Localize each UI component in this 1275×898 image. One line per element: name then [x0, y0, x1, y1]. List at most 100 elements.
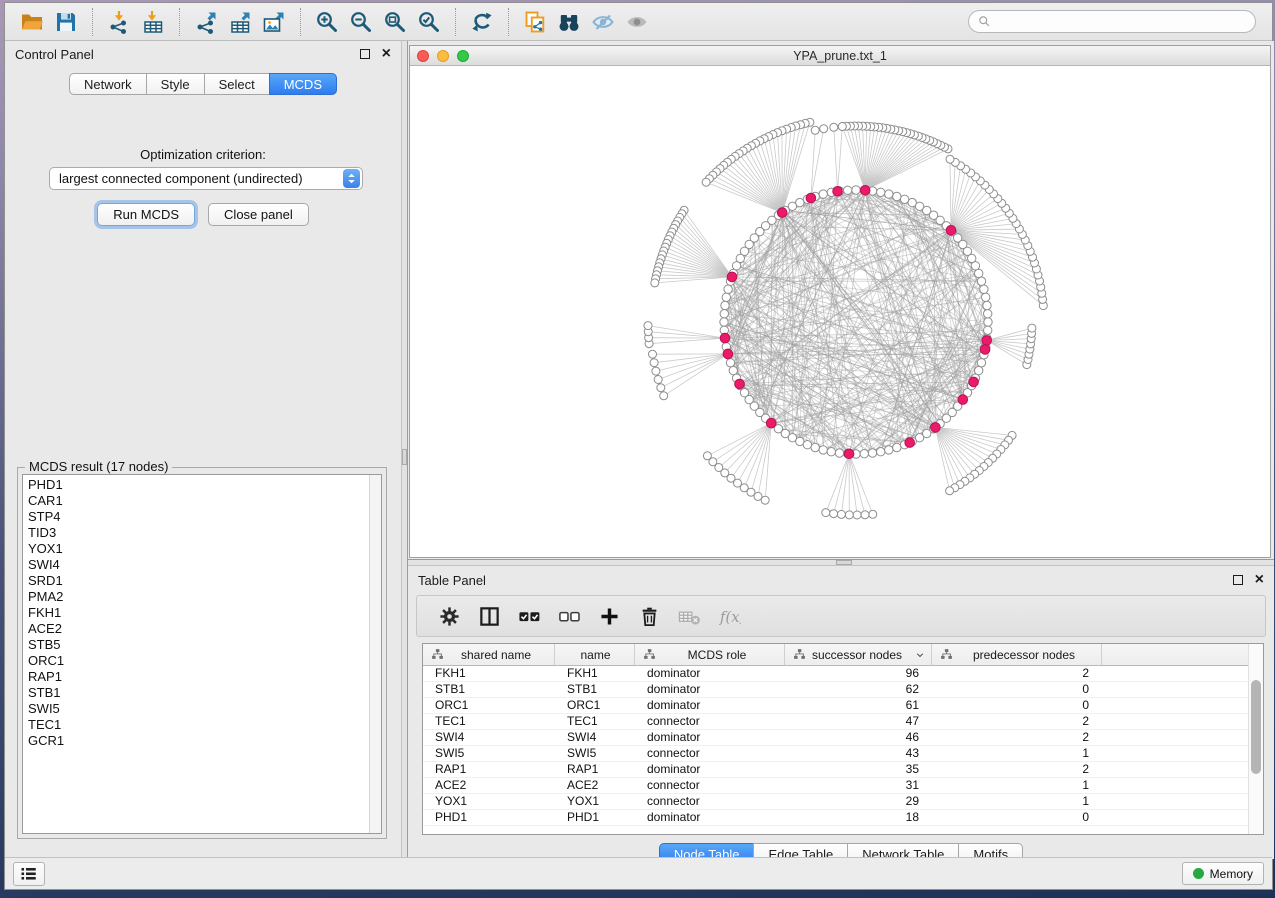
dominator-node[interactable] — [905, 438, 915, 448]
mcds-node-item[interactable]: STB1 — [23, 685, 368, 701]
table-row[interactable]: ACE2ACE2connector311 — [423, 778, 1263, 794]
table-row[interactable]: YOX1YOX1connector291 — [423, 794, 1263, 810]
mcds-node-item[interactable]: TEC1 — [23, 717, 368, 733]
graph-node[interactable] — [720, 318, 728, 326]
graph-node[interactable] — [977, 359, 985, 367]
duplicate-network-button[interactable] — [518, 7, 552, 37]
float-panel-icon[interactable] — [360, 49, 370, 59]
graph-satellite-node[interactable] — [845, 511, 853, 519]
graph-satellite-node[interactable] — [837, 510, 845, 518]
dominator-node[interactable] — [720, 333, 730, 343]
graph-node[interactable] — [885, 190, 893, 198]
dominator-node[interactable] — [931, 423, 941, 433]
dominator-node[interactable] — [766, 418, 776, 428]
criterion-select[interactable]: largest connected component (undirected) — [49, 167, 363, 190]
save-session-button[interactable] — [49, 7, 83, 37]
dominator-node[interactable] — [723, 349, 733, 359]
table-row[interactable]: FKH1FKH1dominator962 — [423, 666, 1263, 682]
mcds-node-item[interactable]: YOX1 — [23, 541, 368, 557]
graph-node[interactable] — [893, 192, 901, 200]
dominator-node[interactable] — [958, 395, 968, 405]
mcds-node-item[interactable]: SRD1 — [23, 573, 368, 589]
graph-node[interactable] — [982, 293, 990, 301]
delete-column-button[interactable] — [631, 599, 667, 633]
dominator-node[interactable] — [806, 193, 816, 203]
graph-satellite-node[interactable] — [651, 279, 659, 287]
graph-satellite-node[interactable] — [838, 123, 846, 131]
select-all-button[interactable] — [511, 599, 547, 633]
graph-node[interactable] — [877, 448, 885, 456]
export-network-button[interactable] — [189, 7, 223, 37]
split-view-button[interactable] — [471, 599, 507, 633]
table-row[interactable]: ORC1ORC1dominator610 — [423, 698, 1263, 714]
graph-satellite-node[interactable] — [650, 359, 658, 367]
dominator-node[interactable] — [969, 377, 979, 387]
column-header-name[interactable]: name — [555, 644, 635, 665]
show-panels-button[interactable] — [13, 862, 45, 886]
graph-node[interactable] — [877, 188, 885, 196]
vertical-splitter[interactable] — [401, 41, 408, 859]
mcds-result-list[interactable]: PHD1CAR1STP4TID3YOX1SWI4SRD1PMA2FKH1ACE2… — [22, 474, 382, 834]
import-network-button[interactable] — [102, 7, 136, 37]
graph-satellite-node[interactable] — [853, 511, 861, 519]
graph-node[interactable] — [860, 450, 868, 458]
graph-node[interactable] — [819, 190, 827, 198]
graph-satellite-node[interactable] — [820, 125, 828, 133]
mcds-node-item[interactable]: STB5 — [23, 637, 368, 653]
graph-node[interactable] — [885, 446, 893, 454]
horizontal-splitter-handle[interactable] — [836, 560, 852, 565]
export-image-button[interactable] — [257, 7, 291, 37]
deselect-all-button[interactable] — [551, 599, 587, 633]
mcds-node-item[interactable]: FKH1 — [23, 605, 368, 621]
zoom-out-button[interactable] — [344, 7, 378, 37]
mcds-node-item[interactable]: SWI5 — [23, 701, 368, 717]
graph-satellite-node[interactable] — [1028, 324, 1036, 332]
graph-node[interactable] — [844, 186, 852, 194]
graph-node[interactable] — [724, 285, 732, 293]
network-canvas[interactable] — [410, 66, 1270, 556]
mcds-node-item[interactable]: ACE2 — [23, 621, 368, 637]
graph-node[interactable] — [835, 449, 843, 457]
search-input[interactable] — [997, 15, 1247, 29]
table-row[interactable]: STB1STB1dominator620 — [423, 682, 1263, 698]
dominator-node[interactable] — [844, 449, 854, 459]
dominator-node[interactable] — [980, 345, 990, 355]
graph-node[interactable] — [852, 186, 860, 194]
graph-satellite-node[interactable] — [830, 123, 838, 131]
close-panel-button[interactable]: Close panel — [208, 203, 309, 226]
graph-satellite-node[interactable] — [830, 510, 838, 518]
graph-node[interactable] — [827, 448, 835, 456]
graph-node[interactable] — [819, 446, 827, 454]
graph-node[interactable] — [722, 293, 730, 301]
open-file-button[interactable] — [15, 7, 49, 37]
tab-network[interactable]: Network — [69, 73, 147, 95]
column-header-shared-name[interactable]: shared name — [423, 644, 555, 665]
graph-satellite-node[interactable] — [946, 155, 954, 163]
mcds-node-item[interactable]: PHD1 — [23, 477, 368, 493]
zoom-fit-button[interactable] — [378, 7, 412, 37]
graph-node[interactable] — [980, 285, 988, 293]
dominator-node[interactable] — [735, 379, 745, 389]
vertical-splitter-handle[interactable] — [402, 449, 407, 465]
graph-node[interactable] — [975, 366, 983, 374]
mcds-node-item[interactable]: ORC1 — [23, 653, 368, 669]
graph-satellite-node[interactable] — [652, 367, 660, 375]
import-table-button[interactable] — [136, 7, 170, 37]
close-table-panel-icon[interactable]: × — [1255, 575, 1264, 585]
horizontal-splitter[interactable] — [408, 559, 1274, 566]
graph-satellite-node[interactable] — [702, 178, 710, 186]
dominator-node[interactable] — [833, 187, 843, 197]
mcds-node-item[interactable]: CAR1 — [23, 493, 368, 509]
dominator-node[interactable] — [727, 272, 737, 282]
dominator-node[interactable] — [982, 336, 992, 346]
graph-satellite-node[interactable] — [811, 126, 819, 134]
table-scrollbar[interactable] — [1248, 644, 1263, 834]
graph-node[interactable] — [977, 277, 985, 285]
graph-node[interactable] — [811, 443, 819, 451]
graph-node[interactable] — [984, 310, 992, 318]
graph-satellite-node[interactable] — [644, 322, 652, 330]
zoom-selected-button[interactable] — [412, 7, 446, 37]
graph-node[interactable] — [720, 310, 728, 318]
mcds-node-item[interactable]: RAP1 — [23, 669, 368, 685]
graph-satellite-node[interactable] — [703, 452, 711, 460]
